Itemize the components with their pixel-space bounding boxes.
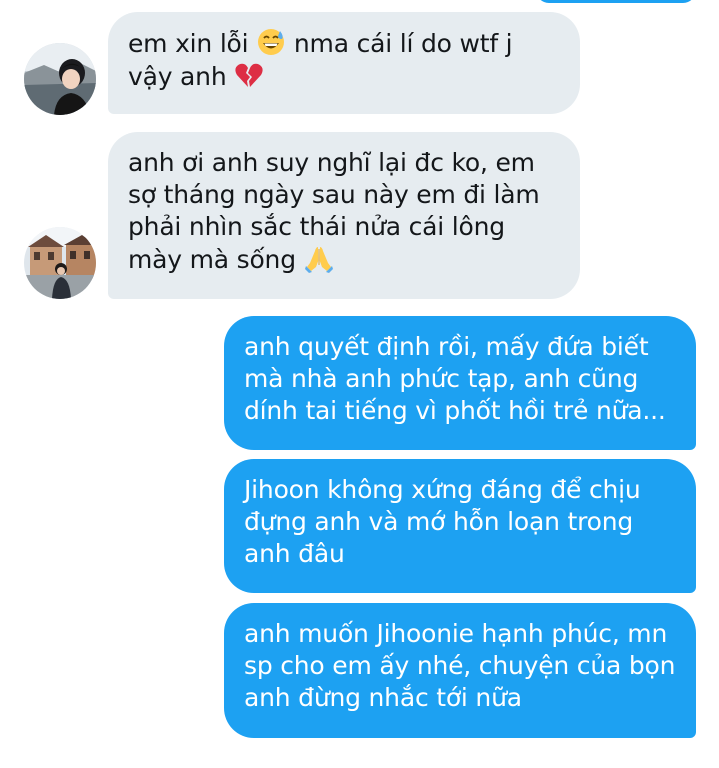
message-bubble-received[interactable]: em xin lỗi nma cái lí do wtf j vậy anh <box>108 12 580 114</box>
message-bubble-sent[interactable]: anh muốn Jihoonie hạnh phúc, mn sp cho e… <box>224 603 696 738</box>
avatar[interactable] <box>24 43 96 115</box>
avatar[interactable] <box>24 227 96 299</box>
message-bubble-received[interactable]: anh ơi anh suy nghĩ lại đc ko, em sợ thá… <box>108 132 580 299</box>
message-bubble-sent[interactable]: Jihoon không xứng đáng để chịu đựng anh … <box>224 459 696 593</box>
broken-heart-emoji-icon <box>234 60 264 90</box>
message-text: anh muốn Jihoonie hạnh phúc, mn sp cho e… <box>244 619 676 712</box>
grinning-sweat-emoji-icon <box>256 27 286 57</box>
message-text: Jihoon không xứng đáng để chịu đựng anh … <box>244 475 641 568</box>
message-text: em xin lỗi <box>128 29 257 58</box>
message-text: anh quyết định rồi, mấy đứa biết mà nhà … <box>244 332 666 425</box>
message-bubble-sent[interactable]: anh quyết định rồi, mấy đứa biết mà nhà … <box>224 316 696 450</box>
previous-sent-bubble-edge[interactable] <box>536 0 696 3</box>
folded-hands-emoji-icon <box>304 243 334 273</box>
dm-conversation: em xin lỗi nma cái lí do wtf j vậy anh a… <box>0 0 719 768</box>
message-text: anh ơi anh suy nghĩ lại đc ko, em sợ thá… <box>128 148 540 274</box>
